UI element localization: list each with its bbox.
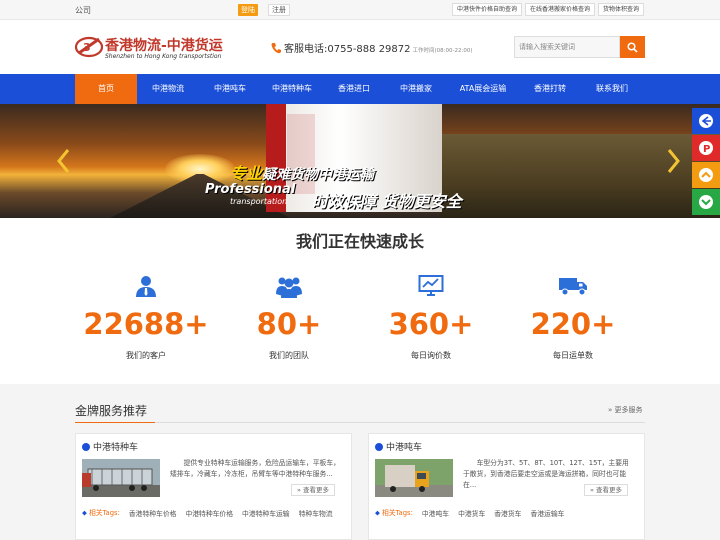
search-button[interactable] bbox=[620, 36, 645, 58]
service-card-image[interactable] bbox=[82, 459, 160, 497]
stat-label: 每日询价数 bbox=[411, 351, 451, 360]
tag-link[interactable]: 中港特种车价格 bbox=[185, 508, 233, 518]
banner-slogan-en-sub: transportation bbox=[230, 197, 288, 206]
side-float-bar: P bbox=[692, 108, 720, 216]
side-p-button[interactable]: P bbox=[692, 135, 720, 161]
back-arrow-icon bbox=[699, 114, 713, 128]
team-icon bbox=[276, 277, 302, 298]
stat-team: 80+ 我们的团队 bbox=[219, 272, 359, 361]
tag-link[interactable]: 中港吨车 bbox=[422, 508, 449, 518]
service-card-tags: ⬥ 相关Tags: 香港特种车价格 中港特种车价格 中港特种车运输 特种车物流 bbox=[82, 508, 333, 518]
tag-link[interactable]: 中港货车 bbox=[458, 508, 485, 518]
banner-prev-button[interactable] bbox=[53, 146, 73, 176]
working-hours: 工作时间(08:00-22:00) bbox=[412, 48, 473, 54]
stat-waybills: 220+ 每日运单数 bbox=[503, 272, 643, 361]
nav-home[interactable]: 首页 bbox=[75, 74, 137, 104]
search-box: 请输入搜索关键词 bbox=[514, 36, 645, 58]
chevron-up-icon bbox=[699, 168, 713, 182]
service-card-tags: ⬥ 相关Tags: 中港吨车 中港货车 香港货车 香港运输车 bbox=[375, 508, 565, 518]
nav-hk-import[interactable]: 香港进口 bbox=[323, 74, 385, 104]
service-phone: 客服电话:0755-888 29872 工作时间(08:00-22:00) bbox=[271, 40, 473, 55]
service-card-ton-truck: 中港吨车 车型分为3T、5T、8T、10T、12T、15T，主要用于散货，到香港… bbox=[368, 433, 645, 540]
tag-link[interactable]: 特种车物流 bbox=[299, 508, 333, 518]
p-circle-icon: P bbox=[699, 141, 713, 155]
chevron-down-icon bbox=[699, 195, 713, 209]
phone-number: 客服电话:0755-888 29872 bbox=[284, 44, 411, 55]
company-link[interactable]: 公司 bbox=[75, 5, 91, 16]
hero-banner: 专业疑难货物中港运输 Professional transportation 时… bbox=[0, 104, 720, 218]
section-divider bbox=[75, 422, 645, 423]
top-links: 中港快件价格自助查询 在线香港搬家价格查询 货物体积查询 bbox=[451, 3, 644, 16]
banner-slogan-en: Professional bbox=[205, 182, 296, 197]
phone-icon bbox=[271, 42, 281, 53]
nav-moving[interactable]: 中港搬家 bbox=[385, 74, 447, 104]
tag-link[interactable]: 香港运输车 bbox=[530, 508, 564, 518]
top-link-volume[interactable]: 货物体积查询 bbox=[597, 3, 644, 16]
tag-icon: ⬥ bbox=[375, 509, 380, 517]
banner-slogan: 专业疑难货物中港运输 bbox=[230, 160, 374, 184]
top-bar: 公司 登陆 注册 中港快件价格自助查询 在线香港搬家价格查询 货物体积查询 bbox=[0, 0, 720, 20]
services-title: 金牌服务推荐 bbox=[75, 404, 148, 418]
nav-contact[interactable]: 联系我们 bbox=[581, 74, 643, 104]
register-button[interactable]: 注册 bbox=[268, 4, 290, 16]
top-link-express-price[interactable]: 中港快件价格自助查询 bbox=[451, 3, 522, 16]
more-services-link[interactable]: » 更多服务 bbox=[608, 405, 643, 415]
tag-link[interactable]: 中港特种车运输 bbox=[242, 508, 290, 518]
login-button[interactable]: 登陆 bbox=[238, 4, 258, 16]
svg-text:3: 3 bbox=[83, 41, 91, 54]
stat-customers: 22688+ 我们的客户 bbox=[76, 272, 216, 361]
service-card-title[interactable]: 中港特种车 bbox=[82, 440, 138, 453]
nav-logistics[interactable]: 中港物流 bbox=[137, 74, 199, 104]
nav-hk-transfer[interactable]: 香港打转 bbox=[519, 74, 581, 104]
chevron-circle-icon bbox=[82, 442, 90, 451]
service-card-desc: 提供专业特种车运输服务，危险品运输车，平板车，矮排车，冷藏车，冷冻柜，吊臂车等中… bbox=[170, 459, 340, 478]
view-more-button[interactable]: » 查看更多 bbox=[584, 484, 629, 496]
stat-label: 我们的团队 bbox=[269, 351, 309, 360]
tag-icon: ⬥ bbox=[82, 509, 87, 517]
search-icon bbox=[627, 41, 638, 53]
nav-ata-exhibition[interactable]: ATA展会运输 bbox=[447, 74, 519, 104]
logo-text: 香港物流-中港货运 bbox=[105, 38, 223, 54]
user-icon bbox=[136, 276, 156, 297]
banner-slogan-highlight: 专业 bbox=[230, 164, 263, 183]
tag-link[interactable]: 香港特种车价格 bbox=[129, 508, 177, 518]
nav-ton-truck[interactable]: 中港吨车 bbox=[199, 74, 261, 104]
logo-subtitle: Shenzhen to Hong Kong transportstion bbox=[105, 53, 222, 60]
stat-number: 360+ bbox=[388, 307, 474, 341]
side-back-button[interactable] bbox=[692, 108, 720, 134]
monitor-chart-icon bbox=[418, 275, 444, 296]
side-up-button[interactable] bbox=[692, 162, 720, 188]
banner-slogan-secondary: 时效保障 货物更安全 bbox=[312, 192, 462, 211]
top-link-moving-price[interactable]: 在线香港搬家价格查询 bbox=[524, 3, 595, 16]
view-more-button[interactable]: » 查看更多 bbox=[291, 484, 336, 496]
stat-inquiries: 360+ 每日询价数 bbox=[361, 272, 501, 361]
service-card-special-vehicle: 中港特种车 提供专业特种车运输服务，危险品运输车，平板车，矮排车，冷藏车，冷冻柜… bbox=[75, 433, 352, 540]
stat-number: 80+ bbox=[256, 307, 322, 341]
tag-link[interactable]: 香港货车 bbox=[494, 508, 521, 518]
main-nav: 首页 中港物流 中港吨车 中港特种车 香港进口 中港搬家 ATA展会运输 香港打… bbox=[0, 74, 720, 104]
services-section: 金牌服务推荐 » 更多服务 中港特种车 提供专业特种车运输服务，危险品运输车，平… bbox=[0, 384, 720, 540]
nav-special-vehicle[interactable]: 中港特种车 bbox=[261, 74, 323, 104]
service-card-image[interactable] bbox=[375, 459, 453, 497]
banner-next-button[interactable] bbox=[664, 146, 684, 176]
chevron-left-icon bbox=[57, 149, 70, 173]
chevron-right-icon bbox=[667, 149, 680, 173]
stat-label: 我们的客户 bbox=[126, 351, 166, 360]
stats-title: 我们正在快速成长 bbox=[295, 232, 424, 251]
logo-icon: 3 bbox=[75, 36, 103, 58]
side-down-button[interactable] bbox=[692, 189, 720, 215]
chevron-circle-icon bbox=[375, 442, 383, 451]
stat-number: 22688+ bbox=[83, 307, 209, 341]
truck-icon bbox=[559, 278, 587, 296]
banner-slogan-rest: 疑难货物中港运输 bbox=[262, 167, 375, 183]
svg-text:P: P bbox=[703, 144, 710, 155]
search-input[interactable]: 请输入搜索关键词 bbox=[514, 36, 620, 58]
logo[interactable]: 3 香港物流-中港货运 Shenzhen to Hong Kong transp… bbox=[75, 30, 235, 66]
service-card-title[interactable]: 中港吨车 bbox=[375, 440, 422, 453]
stat-number: 220+ bbox=[530, 307, 616, 341]
stat-label: 每日运单数 bbox=[553, 351, 593, 360]
